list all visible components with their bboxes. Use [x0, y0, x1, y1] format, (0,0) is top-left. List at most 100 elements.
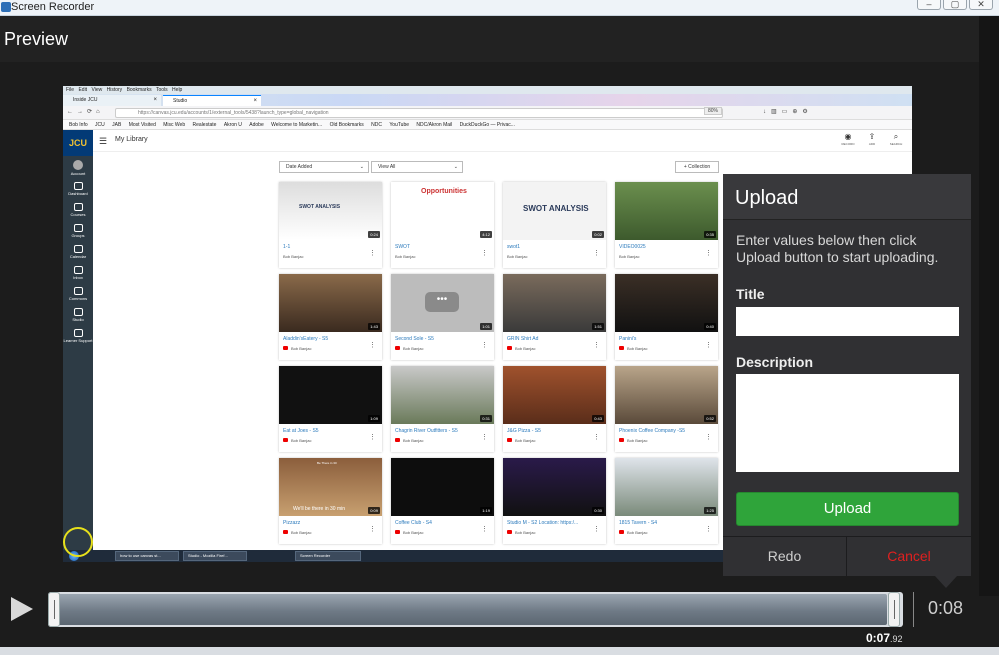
bookmark-item[interactable]: Realestate	[193, 122, 217, 128]
bookmark-item[interactable]: YouTube	[389, 122, 409, 128]
description-field[interactable]	[736, 374, 959, 472]
nav-inbox[interactable]: Inbox	[63, 266, 93, 280]
video-card[interactable]: 1:09 Eat at Joes - S5 Bob Banjac ⋮	[279, 366, 382, 452]
nav-calendar[interactable]: Calendar	[63, 245, 93, 259]
bookmark-item[interactable]: Adobe	[249, 122, 263, 128]
bookmark-item[interactable]: NDC	[371, 122, 382, 128]
video-title[interactable]: Eat at Joes - S5	[283, 428, 369, 434]
bookmark-item[interactable]: Welcome to Marketin...	[271, 122, 322, 128]
video-card[interactable]: 0:31 Chagrin River Outfitters - S5 Bob Ban…	[391, 366, 494, 452]
video-thumbnail[interactable]: 1:51	[503, 274, 606, 332]
filter-select[interactable]: View All ⌄	[371, 161, 463, 173]
upload-button[interactable]: Upload	[736, 492, 959, 526]
video-thumbnail[interactable]: Be There in 30 We'll be there in 30 min 0:…	[279, 458, 382, 516]
nav-commons[interactable]: Commons	[63, 287, 93, 301]
menu-history[interactable]: History	[107, 87, 123, 93]
tab-close-icon[interactable]: ×	[153, 95, 157, 106]
video-title[interactable]: 1815 Tavern - S4	[619, 520, 705, 526]
menu-file[interactable]: File	[66, 87, 74, 93]
menu-tools[interactable]: Tools	[156, 87, 168, 93]
more-options-icon[interactable]: ⋮	[369, 249, 376, 257]
zoom-level[interactable]: 80%	[703, 107, 722, 115]
video-thumbnail[interactable]: 0:43	[503, 366, 606, 424]
more-options-icon[interactable]: ⋮	[705, 341, 712, 349]
video-thumbnail[interactable]: 1:19	[391, 458, 494, 516]
redo-button[interactable]: Redo	[723, 537, 846, 576]
video-thumbnail[interactable]: ••• 1:01	[391, 274, 494, 332]
more-options-icon[interactable]: ⋮	[369, 525, 376, 533]
bookmark-item[interactable]: Misc Web	[163, 122, 185, 128]
more-options-icon[interactable]: ⋮	[593, 433, 600, 441]
menu-edit[interactable]: Edit	[78, 87, 87, 93]
video-card[interactable]: ••• 1:01 Second Sole - S5 Bob Banjac ⋮	[391, 274, 494, 360]
more-options-icon[interactable]: ⋮	[369, 433, 376, 441]
video-card[interactable]: SWOT ANALYSIS 0:24 1-1 Bob Banjac ⋮	[279, 182, 382, 268]
more-options-icon[interactable]: ⋮	[593, 341, 600, 349]
nav-learner-support[interactable]: Learner Support	[63, 329, 93, 343]
video-title[interactable]: Studio M - S2 Location: https:/...	[507, 520, 593, 526]
browser-tab-inside-jcu[interactable]: Inside JCU ×	[63, 95, 161, 106]
video-title[interactable]: Aladdin'sEatery - S5	[283, 336, 369, 342]
jcu-logo[interactable]: JCU	[63, 130, 93, 156]
video-title[interactable]: GRIN Shirt Ad	[507, 336, 593, 342]
video-title[interactable]: J&G Pizza - S5	[507, 428, 593, 434]
video-title[interactable]: Panini's	[619, 336, 705, 342]
video-thumbnail[interactable]: 1:09	[279, 366, 382, 424]
trim-end-handle[interactable]	[888, 592, 900, 627]
minimize-button[interactable]: –	[917, 0, 941, 10]
cancel-button[interactable]: Cancel	[847, 537, 971, 576]
more-options-icon[interactable]: ⋮	[369, 341, 376, 349]
bookmark-item[interactable]: Most Visited	[129, 122, 156, 128]
bookmark-item[interactable]: NDC/Akron Mail	[416, 122, 452, 128]
more-options-icon[interactable]: ⋮	[481, 341, 488, 349]
more-options-icon[interactable]: ⋮	[481, 433, 488, 441]
record-button[interactable]: ◉ RECORD	[840, 132, 856, 146]
more-options-icon[interactable]: ⋮	[705, 525, 712, 533]
video-card[interactable]: 0:30 Studio M - S2 Location: https:/... Bo…	[503, 458, 606, 544]
video-card[interactable]: 0:43 J&G Pizza - S5 Bob Banjac ⋮	[503, 366, 606, 452]
bookmark-item[interactable]: Old Bookmarks	[330, 122, 364, 128]
video-thumbnail[interactable]: 0:30	[503, 458, 606, 516]
video-thumbnail[interactable]: 0:35	[615, 182, 718, 240]
more-options-icon[interactable]: ⋮	[481, 249, 488, 257]
video-card[interactable]: Opportunities 4:12 SWOT Bob Banjac ⋮	[391, 182, 494, 268]
video-card[interactable]: 0:35 VIDEO0025 Bob Banjac ⋮	[615, 182, 718, 268]
video-card[interactable]: Be There in 30 We'll be there in 30 min 0:…	[279, 458, 382, 544]
video-thumbnail[interactable]: 1:43	[279, 274, 382, 332]
video-title[interactable]: SWOT	[395, 244, 481, 250]
video-title[interactable]: VIDEO0025	[619, 244, 705, 250]
video-thumbnail[interactable]: SWOT ANALYSIS 0:24	[279, 182, 382, 240]
video-card[interactable]: 1:19 Coffee Club - S4 Bob Banjac ⋮	[391, 458, 494, 544]
video-card[interactable]: 1:51 GRIN Shirt Ad Bob Banjac ⋮	[503, 274, 606, 360]
video-thumbnail[interactable]: 0:52	[615, 366, 718, 424]
video-title[interactable]: 1-1	[283, 244, 369, 250]
add-collection-button[interactable]: + Collection	[675, 161, 719, 173]
video-thumbnail[interactable]: Opportunities 4:12	[391, 182, 494, 240]
title-field[interactable]	[736, 307, 959, 336]
more-options-icon[interactable]: ⋮	[593, 249, 600, 257]
bookmark-item[interactable]: JCU	[95, 122, 105, 128]
video-title[interactable]: Coffee Club - S4	[395, 520, 481, 526]
nav-dashboard[interactable]: Dashboard	[63, 182, 93, 196]
close-button[interactable]: ✕	[969, 0, 993, 10]
video-card[interactable]: 0:52 Phoenix Coffee Company -S5 Bob Banjac…	[615, 366, 718, 452]
video-thumbnail[interactable]: 0:40	[615, 274, 718, 332]
timeline-track[interactable]	[48, 592, 903, 627]
video-card[interactable]: 0:40 Panini's Bob Banjac ⋮	[615, 274, 718, 360]
video-title[interactable]: swot1	[507, 244, 593, 250]
more-options-icon[interactable]: ⋮	[593, 525, 600, 533]
trim-start-handle[interactable]	[48, 592, 60, 627]
nav-courses[interactable]: Courses	[63, 203, 93, 217]
nav-studio[interactable]: Studio	[63, 308, 93, 322]
video-title[interactable]: Phoenix Coffee Company -S5	[619, 428, 705, 434]
taskbar-item[interactable]: Screen Recorder	[295, 551, 361, 561]
video-title[interactable]: Pizzazz	[283, 520, 369, 526]
nav-groups[interactable]: Groups	[63, 224, 93, 238]
menu-bookmarks[interactable]: Bookmarks	[127, 87, 152, 93]
menu-view[interactable]: View	[91, 87, 102, 93]
bookmark-item[interactable]: DuckDuckGo — Privac...	[460, 122, 515, 128]
video-card[interactable]: 1:43 Aladdin'sEatery - S5 Bob Banjac ⋮	[279, 274, 382, 360]
bookmark-item[interactable]: Bob Info	[69, 122, 88, 128]
video-title[interactable]: Chagrin River Outfitters - S5	[395, 428, 481, 434]
sort-select[interactable]: Date Added ⌄	[279, 161, 369, 173]
